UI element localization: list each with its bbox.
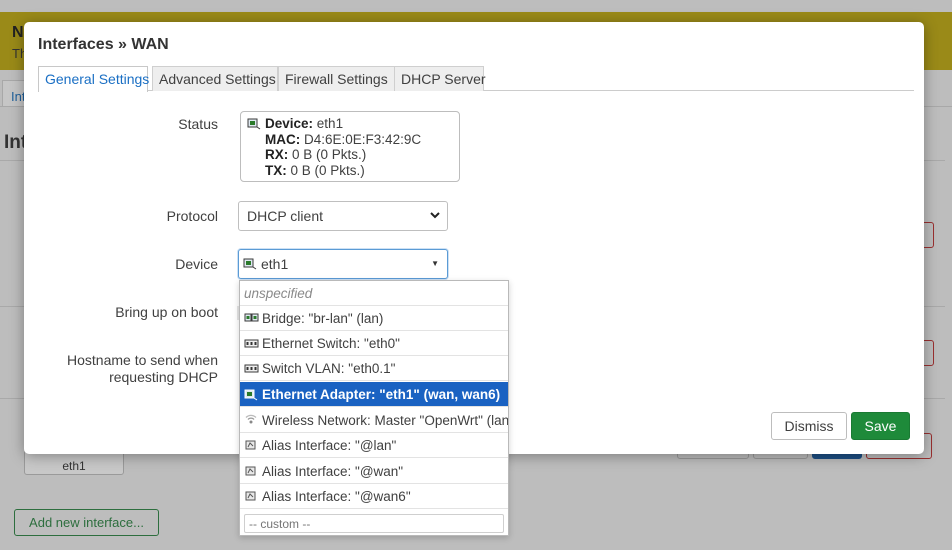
ethernet-icon	[243, 256, 257, 270]
status-box: Device: eth1 MAC: D4:6E:0E:F3:42:9C RX: …	[240, 111, 460, 182]
dropdown-option-unspecified[interactable]: unspecified	[240, 281, 508, 306]
dropdown-option-ethernet-switch[interactable]: Ethernet Switch: "eth0"	[240, 331, 508, 356]
dropdown-option-alias-wan6[interactable]: Alias Interface: "@wan6"	[240, 484, 508, 509]
option-label: Bridge: "br-lan" (lan)	[262, 311, 384, 326]
alias-icon	[244, 489, 258, 503]
status-tx-key: TX:	[265, 162, 287, 178]
modal-tabs: General Settings Advanced Settings Firew…	[38, 66, 914, 92]
status-label: Status	[178, 116, 218, 132]
status-rx-value: 0 B (0 Pkts.)	[292, 147, 367, 162]
bring-up-on-boot-label: Bring up on boot	[115, 304, 218, 320]
option-label: Alias Interface: "@wan6"	[262, 489, 411, 504]
protocol-label: Protocol	[166, 208, 218, 224]
dropdown-option-alias-lan[interactable]: Alias Interface: "@lan"	[240, 433, 508, 458]
device-select[interactable]: eth1 ▼	[238, 249, 448, 279]
status-rx-row: RX: 0 B (0 Pkts.)	[247, 147, 459, 163]
protocol-value: DHCP client	[247, 208, 323, 224]
option-label: Ethernet Switch: "eth0"	[262, 336, 400, 351]
dropdown-option-alias-wan[interactable]: Alias Interface: "@wan"	[240, 459, 508, 484]
tab-dhcp-server[interactable]: DHCP Server	[394, 66, 486, 91]
device-dropdown-list: unspecified Bridge: "br-lan" (lan) Ether…	[239, 280, 509, 536]
option-label: Switch VLAN: "eth0.1"	[262, 361, 396, 376]
dropdown-option-bridge[interactable]: Bridge: "br-lan" (lan)	[240, 306, 508, 331]
option-label: unspecified	[244, 286, 313, 301]
option-label: Alias Interface: "@lan"	[262, 438, 397, 453]
alias-icon	[244, 438, 258, 452]
status-tx-row: TX: 0 B (0 Pkts.)	[247, 163, 459, 179]
ethernet-icon	[247, 116, 261, 130]
switch-icon	[244, 361, 259, 375]
protocol-select[interactable]: DHCP client	[238, 201, 448, 231]
dropdown-option-switch-vlan[interactable]: Switch VLAN: "eth0.1"	[240, 356, 508, 381]
dismiss-button[interactable]: Dismiss	[771, 412, 847, 440]
dropdown-option-wireless-network[interactable]: Wireless Network: Master "OpenWrt" (lan)	[240, 408, 508, 433]
ethernet-icon	[244, 387, 258, 401]
option-label: Wireless Network: Master "OpenWrt" (lan)	[262, 413, 508, 428]
bridge-icon	[244, 311, 259, 325]
modal-title: Interfaces » WAN	[38, 36, 169, 53]
status-device-key: Device:	[265, 116, 314, 131]
chevron-down-icon	[429, 208, 441, 222]
save-button[interactable]: Save	[851, 412, 910, 440]
wifi-icon	[244, 413, 258, 427]
tab-advanced-settings[interactable]: Advanced Settings	[152, 66, 278, 91]
option-label: Alias Interface: "@wan"	[262, 464, 404, 479]
hostname-label-line1: Hostname to send when	[67, 352, 218, 368]
status-device-value: eth1	[316, 116, 344, 131]
tab-general-settings[interactable]: General Settings	[38, 66, 149, 92]
custom-device-input[interactable]	[244, 514, 504, 533]
status-device-row: Device: eth1	[247, 116, 459, 132]
device-value: eth1	[261, 256, 289, 272]
status-mac-value: D4:6E:0E:F3:42:9C	[304, 131, 422, 147]
device-label: Device	[175, 256, 218, 272]
option-label: Ethernet Adapter: "eth1" (wan, wan6)	[262, 387, 501, 402]
dropdown-option-ethernet-adapter[interactable]: Ethernet Adapter: "eth1" (wan, wan6)	[240, 382, 508, 407]
status-mac-row: MAC: D4:6E:0E:F3:42:9C	[247, 132, 459, 148]
status-mac-key: MAC:	[265, 131, 301, 147]
caret-down-icon: ▼	[431, 259, 439, 268]
hostname-label: Hostname to send when requesting DHCP	[24, 352, 218, 386]
status-rx-key: RX:	[265, 147, 289, 162]
add-interface-button[interactable]: Add new interface...	[14, 509, 159, 536]
notice-title: N	[12, 24, 24, 41]
alias-icon	[244, 464, 258, 478]
status-tx-value: 0 B (0 Pkts.)	[290, 162, 365, 178]
switch-icon	[244, 336, 259, 350]
hostname-label-line2: requesting DHCP	[109, 369, 218, 385]
tab-firewall-settings[interactable]: Firewall Settings	[278, 66, 395, 91]
